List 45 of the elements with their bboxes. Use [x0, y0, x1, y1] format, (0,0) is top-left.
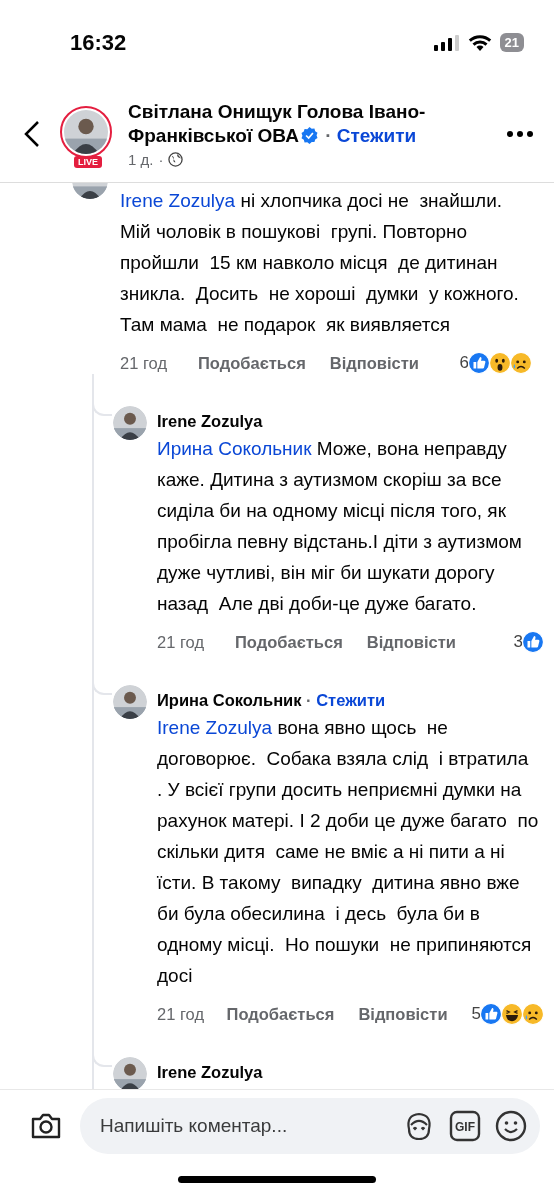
- reply-link[interactable]: Відповісти: [329, 353, 419, 373]
- wow-reaction-icon: [489, 352, 511, 374]
- comment-time: 21 год: [157, 632, 206, 652]
- signal-icon: [433, 34, 460, 51]
- comment-text: Ирина Сокольник Може, вона неправду каже. Дитина з аутизмом скоріш за все сиділа би на одному місці після того, як пробігла певну відстань.І діти з аутизмом дуже чутливі, він міг би шукати дорогу назад Але дві доби-це дуже багато.: [157, 437, 523, 616]
- camera-icon[interactable]: [30, 1112, 62, 1140]
- like-link[interactable]: Подобається: [198, 353, 306, 373]
- like-link[interactable]: Подобається: [235, 632, 343, 652]
- separator: ·: [306, 691, 312, 709]
- gif-icon[interactable]: GIF: [448, 1109, 482, 1143]
- comment-field[interactable]: Напишіть коментар... GIF: [80, 1098, 540, 1154]
- like-reaction-icon: [480, 1003, 502, 1025]
- separator: ·: [158, 150, 164, 168]
- comment-time: 21 год: [120, 353, 169, 373]
- commenter-name[interactable]: Irene Zozulya: [157, 1063, 263, 1081]
- emoji-icon[interactable]: [494, 1109, 528, 1143]
- comment-text: Irene Zozulya ні хлопчика досі не знайшли. Мій чоловік в пошукові групі. Повторно пройшли 15 км навколо місця де дитинан зникла. Досить не хороші думки у кожного. Там мама не подарок як виявляется: [120, 189, 520, 337]
- author-name[interactable]: Світлана Онищук Голова Івано-Франківської ОВА · Стежити: [128, 99, 494, 148]
- follow-link[interactable]: Стежити: [336, 124, 417, 146]
- live-badge: LIVE: [74, 155, 102, 168]
- commenter-name[interactable]: Irene Zozulya: [157, 412, 263, 430]
- like-reaction-icon: [522, 631, 544, 653]
- reaction-count: 6: [459, 353, 469, 373]
- post-time: 1 д.: [128, 150, 154, 168]
- like-reaction-icon: [468, 352, 490, 374]
- mention-link[interactable]: Irene Zozulya: [157, 717, 273, 738]
- mention-link[interactable]: Irene Zozulya: [120, 190, 236, 211]
- haha-reaction-icon: [501, 1003, 523, 1025]
- status-time: 16:32: [70, 29, 128, 56]
- commenter-name[interactable]: Ирина Сокольник: [157, 691, 302, 709]
- like-link[interactable]: Подобається: [226, 1004, 335, 1024]
- mention-link[interactable]: Ирина Сокольник: [157, 438, 312, 459]
- comment-text: Irene Zozulya вона явно щось не договорює. Собака взяла слід і втратила . У всієї групи досить неприємні думки на рахунок матері. І 2 доби це дуже багато по скільки дитя саме не вміє а ні пити а ні їсти. В такому випадку дитина явно вже би була обесилина і десь була би в одному місці. Но пошуки не припиняются досі: [157, 716, 540, 988]
- sad-reaction-icon: [510, 352, 532, 374]
- sad-reaction-icon: [522, 1003, 544, 1025]
- reply-link[interactable]: Відповісти: [366, 632, 456, 652]
- battery-level: 21: [499, 33, 524, 52]
- wifi-icon: [467, 34, 492, 51]
- more-icon[interactable]: [506, 129, 534, 138]
- reaction-count: 3: [513, 632, 523, 652]
- follow-link[interactable]: Стежити: [316, 691, 386, 709]
- reply-link[interactable]: Відповісти: [358, 1004, 448, 1024]
- globe-icon: [168, 151, 184, 167]
- reaction-count: 5: [471, 1004, 481, 1024]
- comment-time: 21 год: [157, 1004, 206, 1024]
